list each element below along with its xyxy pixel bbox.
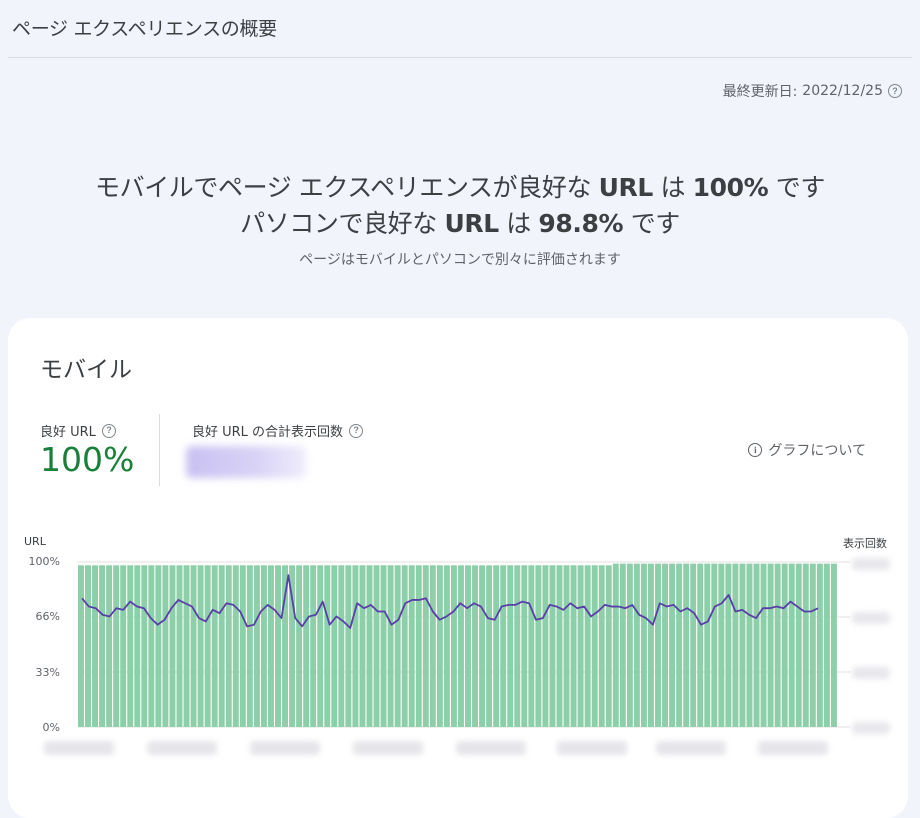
- summary-desktop-suffix: です: [630, 209, 681, 238]
- about-graph-button[interactable]: i グラフについて: [748, 440, 866, 460]
- summary-desktop-line: パソコンで良好な URL は 98.8% です: [0, 204, 920, 240]
- good-url-help-icon[interactable]: ?: [101, 423, 116, 438]
- summary-desktop-pct: 98.8%: [538, 209, 624, 238]
- good-url-value: 100%: [40, 440, 135, 479]
- good-url-label-text: 良好 URL: [40, 425, 96, 440]
- impressions-help-icon[interactable]: ?: [349, 423, 364, 438]
- summary-desktop-mid: は: [506, 209, 531, 238]
- mobile-card: モバイル 良好 URL ? 100% 良好 URL の合計表示回数 ? i グラ…: [8, 318, 908, 818]
- summary-mobile-suffix: です: [775, 173, 826, 202]
- summary-mobile-prefix: モバイルでページ エクスペリエンスが良好な: [95, 173, 592, 202]
- impressions-label-text: 良好 URL の合計表示回数: [192, 425, 344, 440]
- summary-desktop-url: URL: [444, 209, 499, 238]
- summary-mobile-mid: は: [660, 173, 686, 202]
- summary-mobile-url: URL: [598, 173, 654, 202]
- summary-subtitle: ページはモバイルとパソコンで別々に評価されます: [299, 252, 621, 268]
- about-graph-label: グラフについて: [768, 443, 866, 459]
- impressions-label: 良好 URL の合計表示回数 ?: [192, 421, 364, 440]
- summary-mobile-pct: 100%: [692, 173, 769, 202]
- card-title: モバイル: [40, 357, 132, 383]
- impressions-value-redacted: [186, 446, 306, 478]
- summary-subtitle-wrap: ページはモバイルとパソコンで別々に評価されます: [0, 249, 920, 269]
- summary-mobile-line: モバイルでページ エクスペリエンスが良好な URL は 100% です: [0, 168, 920, 204]
- last-updated: 最終更新日: 2022/12/25 ?: [723, 81, 902, 101]
- summary-desktop-prefix: パソコンで良好な: [240, 209, 437, 238]
- page-title: ページ エクスペリエンスの概要: [12, 18, 277, 40]
- info-icon: i: [748, 443, 763, 457]
- good-url-label: 良好 URL ?: [40, 421, 116, 440]
- last-updated-value: 2022/12/25: [802, 83, 883, 99]
- top-bar: ページ エクスペリエンスの概要: [0, 0, 920, 56]
- metric-separator: [159, 414, 160, 486]
- help-icon[interactable]: ?: [888, 84, 902, 98]
- last-updated-label: 最終更新日:: [722, 84, 798, 100]
- header-divider: [8, 57, 912, 58]
